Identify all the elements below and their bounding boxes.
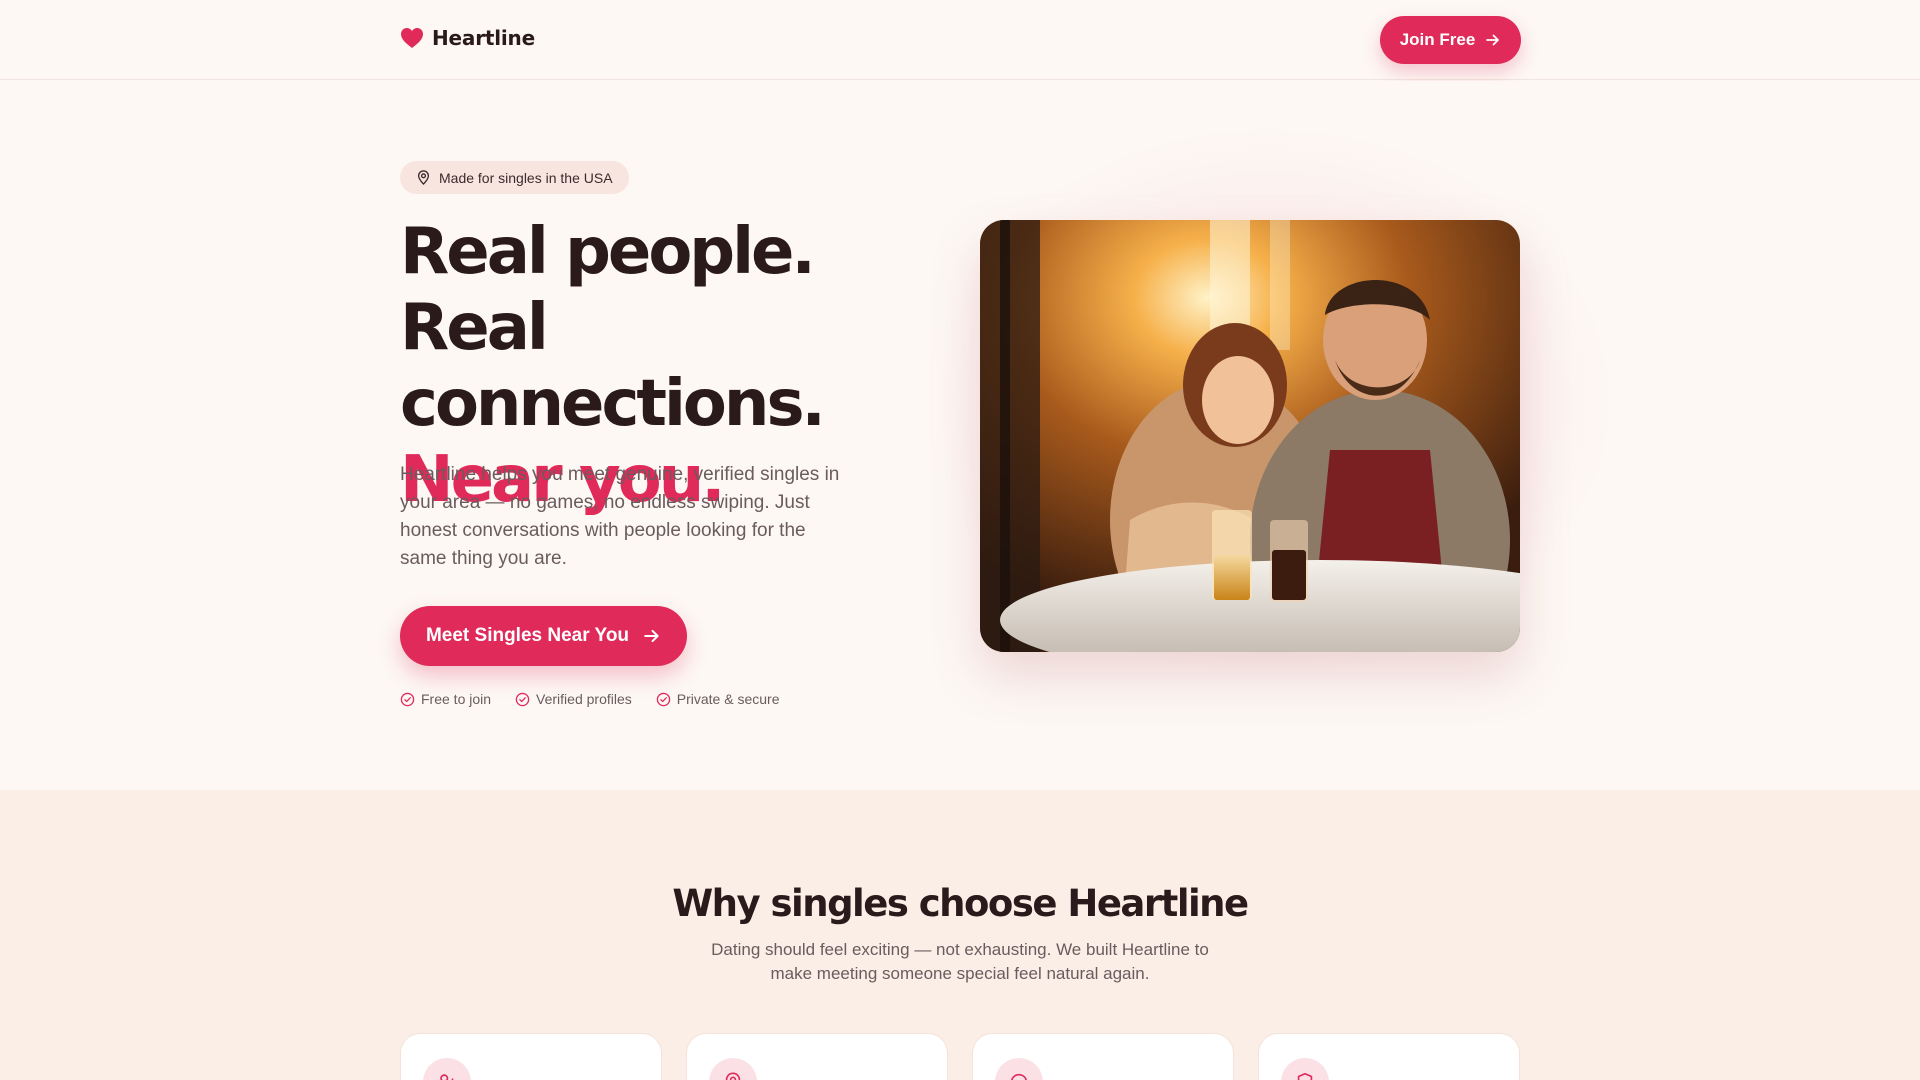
site-header: Heartline Join Free <box>0 0 1920 80</box>
map-pin-icon <box>725 1072 741 1080</box>
brand-name: Heartline <box>432 26 535 50</box>
feature-card <box>972 1033 1234 1080</box>
couple-photo <box>980 220 1520 652</box>
section-title: Why singles choose Heartline <box>672 882 1249 925</box>
section-subtitle: Dating should feel exciting — not exhaus… <box>711 940 1209 983</box>
check-circle-icon <box>656 692 671 706</box>
shield-icon <box>1297 1072 1313 1080</box>
trust-item: Verified profiles <box>515 691 632 707</box>
feature-card <box>400 1033 662 1080</box>
feature-card <box>686 1033 948 1080</box>
feature-icon-badge <box>709 1058 757 1080</box>
trust-item: Free to join <box>400 691 491 707</box>
feature-card <box>1258 1033 1520 1080</box>
check-circle-icon <box>400 692 415 706</box>
trust-label: Private & secure <box>676 691 780 707</box>
badge-label: Made for singles in the USA <box>439 169 613 186</box>
arrow-right-icon <box>644 629 659 643</box>
join-free-button[interactable]: Join Free <box>1380 16 1521 64</box>
trust-label: Free to join <box>421 691 492 707</box>
why-section: Why singles choose Heartline Dating shou… <box>0 790 1920 1080</box>
location-badge: Made for singles in the USA <box>400 161 629 194</box>
check-circle-icon <box>515 692 530 706</box>
trust-item: Private & secure <box>656 691 780 707</box>
hero-section: Made for singles in the USA Real people.… <box>0 81 1920 790</box>
map-pin-icon <box>417 170 430 185</box>
user-plus-icon <box>440 1074 454 1080</box>
arrow-right-icon <box>1486 34 1500 46</box>
hero-description: Heartline helps you meet genuine, verifi… <box>400 464 840 569</box>
feature-icon-badge <box>423 1058 471 1080</box>
heart-icon <box>401 28 423 48</box>
trust-label: Verified profiles <box>536 691 632 707</box>
cta-label: Meet Singles Near You <box>425 625 630 646</box>
meet-singles-button[interactable]: Meet Singles Near You <box>400 606 687 666</box>
brand-logo[interactable]: Heartline <box>400 26 535 50</box>
trust-list: Free to join Verified profiles Private &… <box>400 691 779 707</box>
chat-bubble-icon <box>1011 1073 1027 1080</box>
feature-icon-badge <box>1281 1058 1329 1080</box>
hero-title-main: Real people. Real connections. <box>400 215 826 441</box>
join-free-label: Join Free <box>1399 30 1476 49</box>
feature-icon-badge <box>995 1058 1043 1080</box>
